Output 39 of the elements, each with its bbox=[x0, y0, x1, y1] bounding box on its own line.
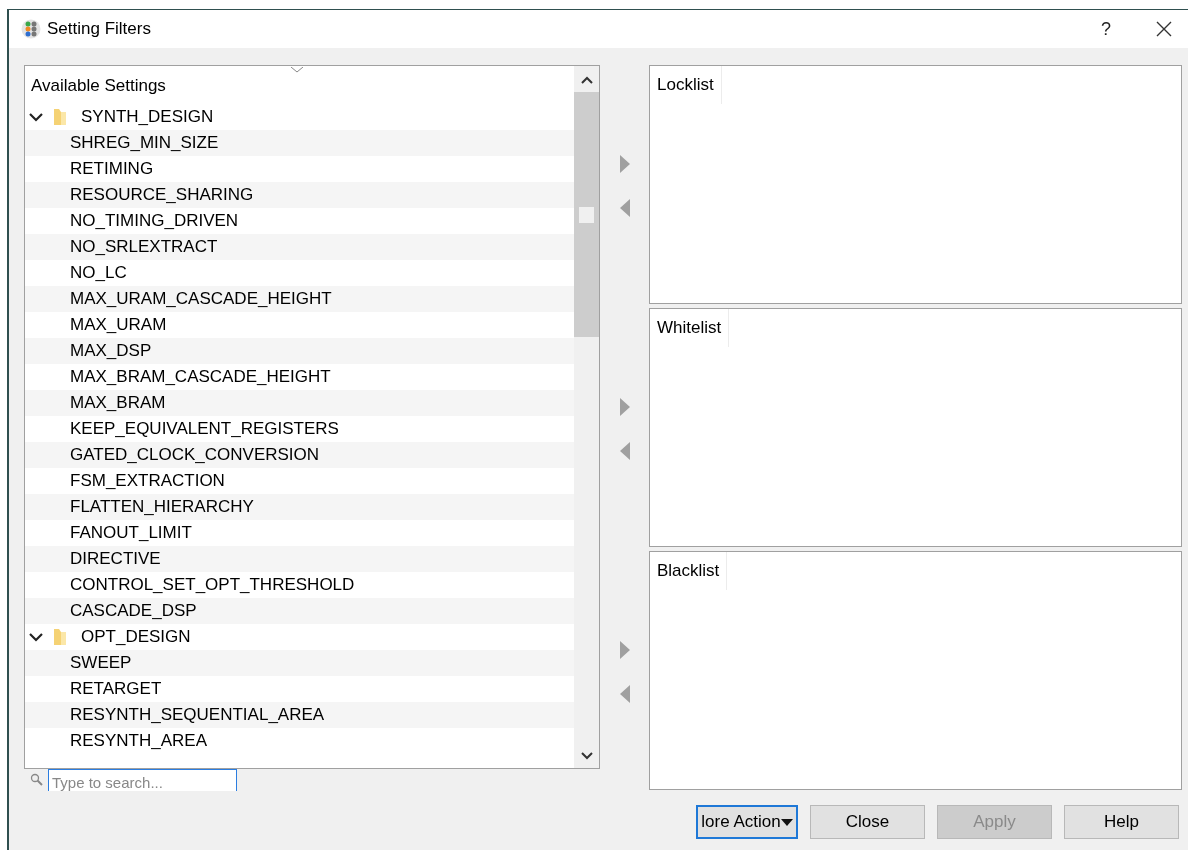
column-header: Available Settings bbox=[31, 74, 166, 97]
expand-chevron-icon[interactable] bbox=[29, 112, 43, 122]
dialog-button[interactable]: Close bbox=[810, 805, 925, 839]
setting-item[interactable]: RESYNTH_AREA bbox=[25, 728, 207, 754]
setting-item[interactable]: NO_TIMING_DRIVEN bbox=[25, 208, 239, 234]
column-header: Whitelist bbox=[657, 317, 722, 340]
setting-item[interactable]: RETIMING bbox=[25, 156, 154, 182]
scroll-down-icon[interactable] bbox=[580, 752, 593, 760]
column-header: Blacklist bbox=[657, 560, 720, 583]
help-button[interactable]: ? bbox=[1094, 15, 1118, 43]
expand-chevron-icon[interactable] bbox=[29, 632, 43, 642]
setting-item[interactable]: CONTROL_SET_OPT_THRESHOLD bbox=[25, 572, 355, 598]
setting-item[interactable]: FANOUT_LIMIT bbox=[25, 520, 192, 546]
close-icon[interactable] bbox=[1156, 21, 1172, 37]
setting-item[interactable]: FSM_EXTRACTION bbox=[25, 468, 225, 494]
folder-icon bbox=[53, 108, 67, 126]
column-header: Locklist bbox=[657, 74, 714, 97]
actions-menu-button[interactable]: lore Action bbox=[696, 805, 798, 839]
search-field[interactable]: Type to search... bbox=[48, 769, 237, 791]
setting-item[interactable]: MAX_URAM bbox=[25, 312, 167, 338]
sort-chevron-icon bbox=[291, 67, 303, 73]
window-title: Setting Filters bbox=[47, 18, 151, 41]
folder-icon bbox=[53, 628, 67, 646]
tree-group-row[interactable]: SYNTH_DESIGN bbox=[25, 104, 214, 130]
tree-group-label: SYNTH_DESIGN bbox=[81, 106, 214, 129]
tree-group-label: OPT_DESIGN bbox=[81, 626, 191, 649]
dialog-button[interactable]: Help bbox=[1064, 805, 1179, 839]
scroll-thumb[interactable] bbox=[574, 92, 599, 337]
scrollbar[interactable] bbox=[574, 66, 599, 768]
tree-group-row[interactable]: OPT_DESIGN bbox=[25, 624, 191, 650]
scroll-up-icon[interactable] bbox=[580, 76, 593, 84]
search-icon bbox=[30, 773, 44, 787]
app-logo-icon bbox=[21, 19, 41, 39]
setting-item[interactable]: SWEEP bbox=[25, 650, 132, 676]
setting-item[interactable]: KEEP_EQUIVALENT_REGISTERS bbox=[25, 416, 339, 442]
setting-item[interactable]: RETARGET bbox=[25, 676, 162, 702]
setting-item[interactable]: MAX_BRAM_CASCADE_HEIGHT bbox=[25, 364, 331, 390]
setting-item[interactable]: NO_LC bbox=[25, 260, 127, 286]
caret-icon bbox=[780, 818, 793, 826]
